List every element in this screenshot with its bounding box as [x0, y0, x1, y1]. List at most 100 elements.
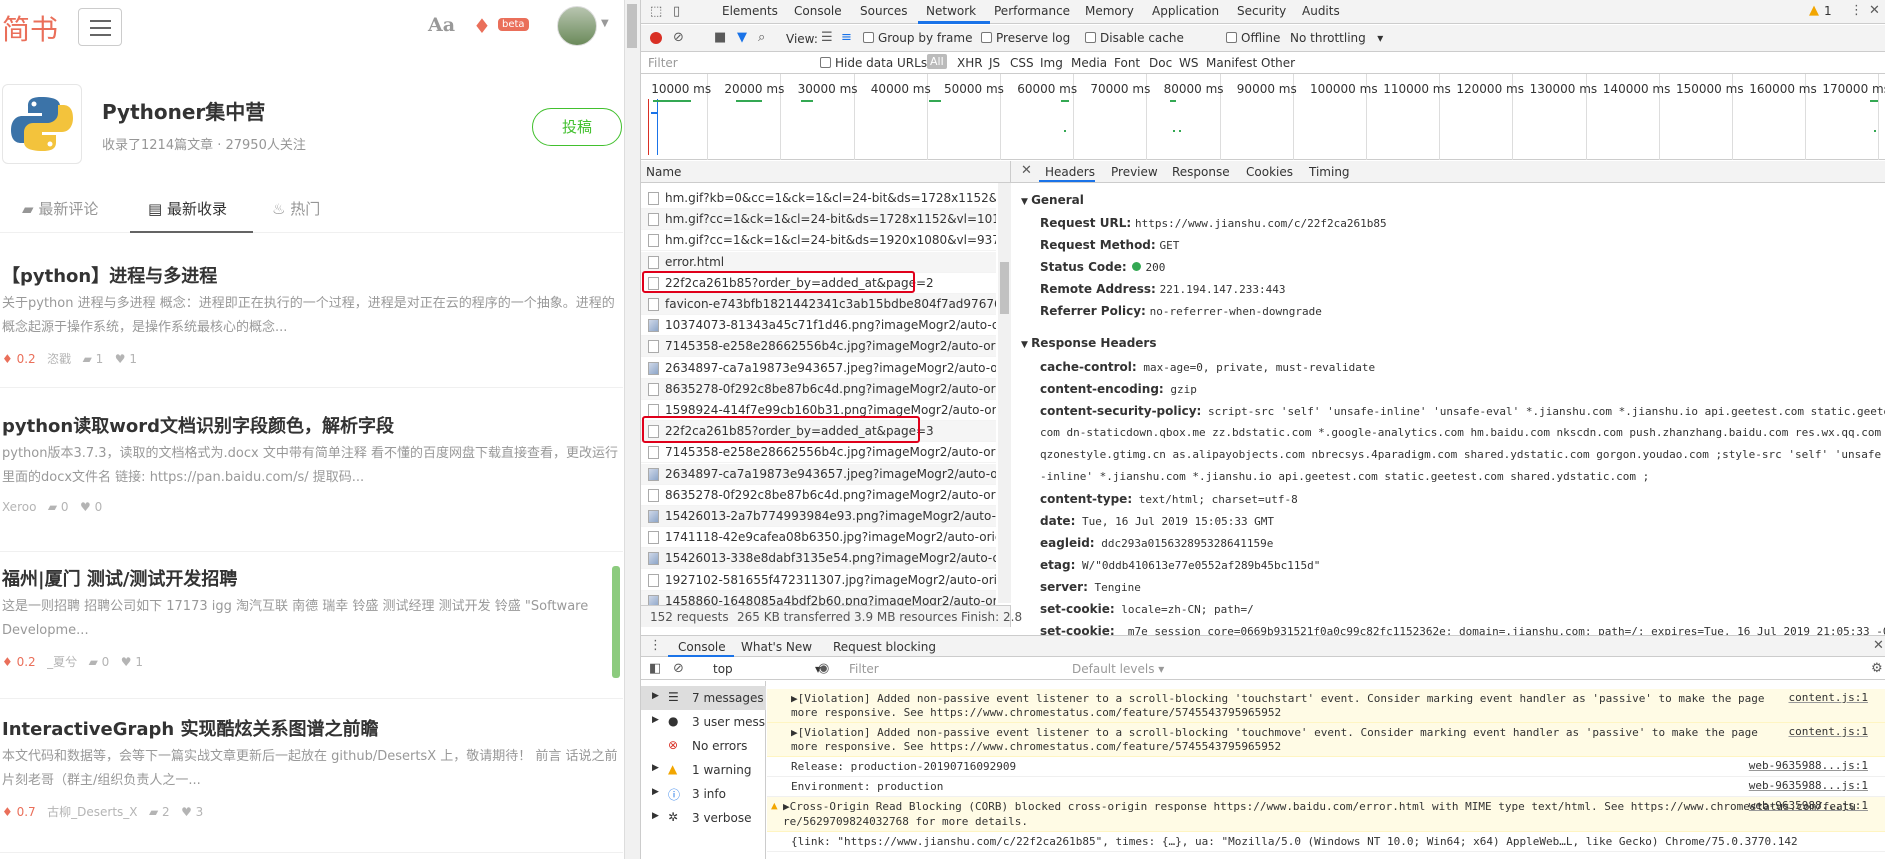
request-row[interactable]: 1741118-42e9cafea08b6350.jpg?imageMogr2/…	[641, 527, 996, 549]
levels-select[interactable]: Default levels ▾	[1072, 662, 1164, 676]
inspect-icon[interactable]: ⬚	[650, 5, 662, 19]
article-item[interactable]: python读取word文档识别字段颜色，解析字段 python版本3.7.3，…	[0, 400, 623, 552]
context-select[interactable]: top ▾	[713, 662, 821, 676]
console-source-link[interactable]: content.js:1	[1789, 725, 1868, 738]
request-row[interactable]: favicon-e743bfb1821442341c3ab15bdbe804f7…	[641, 294, 996, 315]
avatar[interactable]	[557, 6, 597, 46]
sidebar-item-warnings[interactable]: ▶ ▲ 1 warning	[641, 758, 766, 782]
hide-data-urls-checkbox[interactable]: Hide data URLs	[820, 56, 927, 70]
sidebar-item-user-messages[interactable]: ▶●3 user mess...	[641, 710, 766, 734]
chevron-down-icon[interactable]: ▼	[601, 18, 609, 29]
close-icon[interactable]: ✕	[1873, 639, 1884, 653]
list-view-icon[interactable]: ☰	[821, 31, 833, 45]
request-name[interactable]: 15426013-338e8dabf3135e54.png?imageMogr2…	[665, 551, 996, 565]
tab-audits[interactable]: Audits	[1302, 4, 1340, 18]
author-link[interactable]: Xeroo	[2, 500, 36, 514]
console-source-link[interactable]: web-9635988...js:1	[1749, 799, 1868, 812]
article-title[interactable]: 福州|厦门 测试/测试开发招聘	[2, 565, 237, 591]
request-row[interactable]: 2634897-ca7a19873e943657.jpeg?imageMogr2…	[641, 358, 996, 379]
request-name[interactable]: 7145358-e258e28662556b4c.jpg?imageMogr2/…	[665, 445, 996, 459]
filter-media[interactable]: Media	[1071, 56, 1107, 70]
tab-elements[interactable]: Elements	[722, 4, 778, 18]
request-name[interactable]: 2634897-ca7a19873e943657.jpeg?imageMogr2…	[665, 467, 996, 481]
gear-icon[interactable]: ⚙	[1871, 662, 1883, 676]
menu-button[interactable]	[78, 8, 122, 46]
network-timeline[interactable]: 10000 ms 20000 ms 30000 ms 40000 ms 50000 ms…	[641, 74, 1885, 160]
filter-ws[interactable]: WS	[1179, 56, 1198, 70]
console-message[interactable]: Environment: production web-9635988...js:…	[767, 777, 1885, 797]
request-row[interactable]: hm.gif?kb=0&cc=1&ck=1&cl=24-bit&ds=1728x…	[641, 188, 996, 209]
request-name[interactable]: 1927102-581655f472311307.jpg?imageMogr2/…	[665, 573, 996, 587]
warning-icon[interactable]: ▲	[1809, 4, 1819, 18]
filter-icon[interactable]: ▼	[737, 31, 747, 45]
request-row[interactable]: 7145358-e258e28662556b4c.jpg?imageMogr2/…	[641, 336, 996, 358]
device-toolbar-icon[interactable]: ▯	[673, 5, 680, 19]
filter-input[interactable]: Filter	[648, 56, 678, 70]
tab-console[interactable]: Console	[794, 4, 842, 18]
request-row[interactable]: 8635278-0f292c8be87b6c4d.png?imageMogr2/…	[641, 378, 996, 400]
console-filter-input[interactable]: Filter	[849, 662, 879, 676]
close-icon[interactable]: ✕	[1869, 4, 1880, 18]
sidebar-item-messages[interactable]: ▶ ☰ 7 messages	[641, 686, 766, 710]
tab-preview[interactable]: Preview	[1111, 165, 1158, 179]
request-row[interactable]: error.html	[641, 251, 996, 273]
console-message[interactable]: {link: "https://www.jianshu.com/c/22f2ca…	[767, 832, 1885, 852]
request-name[interactable]: hm.gif?kb=0&cc=1&ck=1&cl=24-bit&ds=1728x…	[665, 191, 996, 205]
request-name[interactable]: 8635278-0f292c8be87b6c4d.png?imageMogr2/…	[665, 488, 996, 502]
sidebar-item-errors[interactable]: ⊗ No errors	[641, 734, 766, 758]
request-name[interactable]: 1741118-42e9cafea08b6350.jpg?imageMogr2/…	[665, 530, 996, 544]
record-icon[interactable]	[650, 32, 662, 44]
console-message[interactable]: ▶[Violation] Added non-passive event lis…	[767, 723, 1885, 757]
console-message[interactable]: Release: production-20190716092909 web-96…	[767, 757, 1885, 777]
filter-other[interactable]: Other	[1261, 56, 1295, 70]
drawer-tab-console[interactable]: Console	[678, 640, 726, 654]
more-options-icon[interactable]: ⋮	[649, 639, 662, 653]
request-row[interactable]: 1927102-581655f472311307.jpg?imageMogr2/…	[641, 570, 996, 591]
console-source-link[interactable]: web-9635988...js:1	[1749, 759, 1868, 772]
tab-performance[interactable]: Performance	[994, 4, 1070, 18]
request-name[interactable]: hm.gif?cc=1&ck=1&cl=24-bit&ds=1920x1080&…	[665, 233, 996, 247]
article-title[interactable]: InteractiveGraph 实现酷炫关系图谱之前瞻	[2, 715, 379, 741]
clear-icon[interactable]: ⊘	[673, 662, 684, 676]
request-row[interactable]: 2634897-ca7a19873e943657.jpeg?imageMogr2…	[641, 463, 996, 485]
disable-cache-checkbox[interactable]: Disable cache	[1085, 31, 1184, 45]
tab-memory[interactable]: Memory	[1085, 4, 1134, 18]
drawer-tab-whats-new[interactable]: What's New	[741, 640, 812, 654]
filter-css[interactable]: CSS	[1010, 56, 1034, 70]
tab-cookies[interactable]: Cookies	[1246, 165, 1293, 179]
tab-sources[interactable]: Sources	[860, 4, 907, 18]
page-scrollbar-thumb[interactable]	[627, 4, 637, 48]
tab-response[interactable]: Response	[1172, 165, 1230, 179]
request-name[interactable]: 10374073-81343a45c71f1d46.png?imageMogr2…	[665, 318, 996, 332]
filter-font[interactable]: Font	[1114, 56, 1140, 70]
console-message[interactable]: ▶[Violation] Added non-passive event lis…	[767, 689, 1885, 723]
filter-js[interactable]: JS	[989, 56, 1000, 70]
article-item[interactable]: 福州|厦门 测试/测试开发招聘 这是一则招聘 招聘公司如下 17173 igg …	[0, 553, 623, 699]
request-name[interactable]: error.html	[665, 255, 724, 269]
waterfall-view-icon[interactable]: ≡	[841, 31, 852, 45]
site-logo[interactable]: 简书	[2, 8, 58, 48]
sidebar-item-verbose[interactable]: ▶ ✲ 3 verbose	[641, 806, 766, 830]
throttling-select[interactable]: No throttling ▾	[1290, 31, 1383, 45]
request-row[interactable]: hm.gif?cc=1&ck=1&cl=24-bit&ds=1728x1152&…	[641, 209, 996, 231]
diamond-icon[interactable]: ♦	[473, 16, 491, 36]
request-name[interactable]: 1598924-414f7e99cb160b31.png?imageMogr2/…	[665, 403, 996, 417]
article-item[interactable]: InteractiveGraph 实现酷炫关系图谱之前瞻 本文代码和数据等，会等…	[0, 703, 623, 853]
request-name[interactable]: 7145358-e258e28662556b4c.jpg?imageMogr2/…	[665, 339, 996, 353]
group-by-frame-checkbox[interactable]: Group by frame	[863, 31, 972, 45]
tab-network[interactable]: Network	[926, 4, 976, 18]
sidebar-toggle-icon[interactable]: ◧	[649, 662, 661, 676]
console-source-link[interactable]: web-9635988...js:1	[1749, 779, 1868, 792]
request-list-scrollbar[interactable]	[998, 183, 1011, 603]
sidebar-item-info[interactable]: ▶ ⓘ 3 info	[641, 782, 766, 806]
author-link[interactable]: 恣戳	[47, 352, 71, 366]
font-size-icon[interactable]: Aa	[428, 14, 455, 36]
timeline-selection[interactable]	[648, 99, 658, 155]
warning-count[interactable]: 1	[1824, 4, 1832, 18]
filter-doc[interactable]: Doc	[1149, 56, 1172, 70]
screenshot-icon[interactable]: ■	[714, 31, 726, 45]
preserve-log-checkbox[interactable]: Preserve log	[981, 31, 1070, 45]
tab-security[interactable]: Security	[1237, 4, 1286, 18]
filter-all[interactable]: All	[927, 54, 947, 69]
search-icon[interactable]: ⌕	[758, 31, 765, 45]
